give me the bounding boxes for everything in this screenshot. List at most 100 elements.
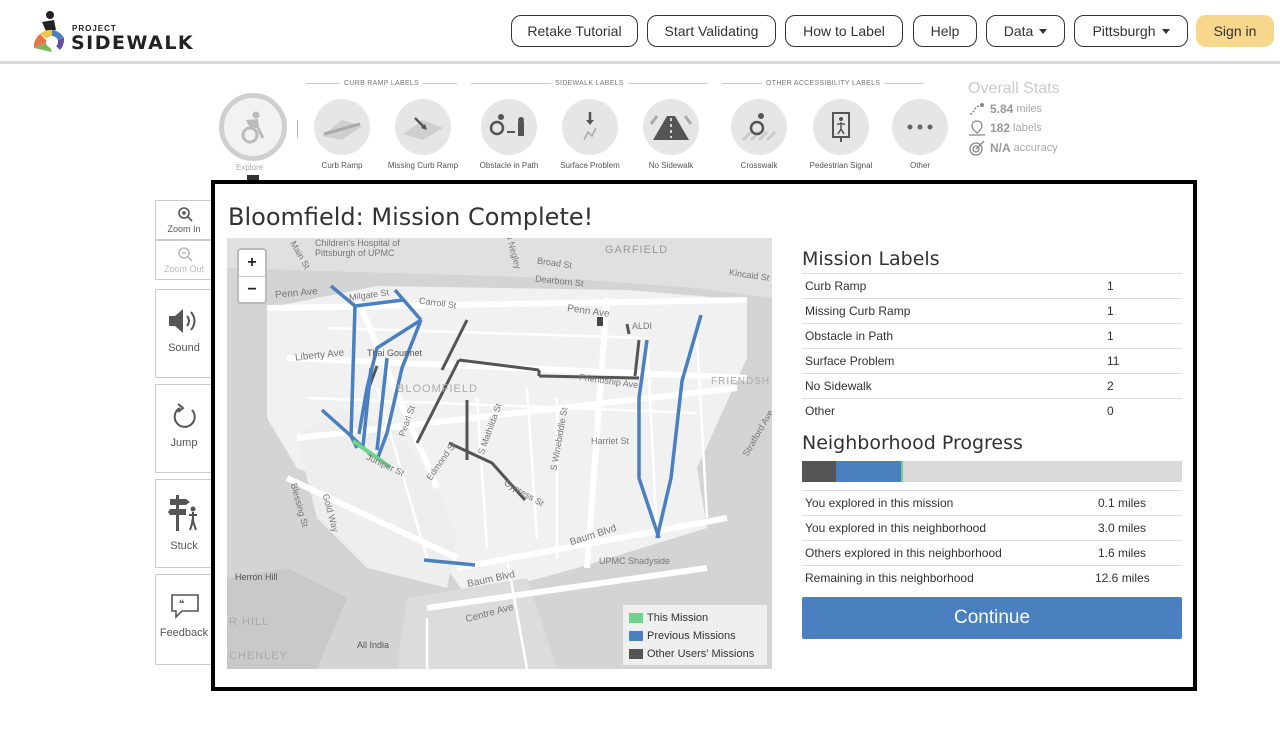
no-sidewalk-icon [643,99,699,155]
zoom-in-label: Zoom In [167,224,201,234]
label-name: No Sidewalk [805,379,872,393]
missing-curb-ramp-icon [395,99,451,155]
explore-mode-button[interactable] [219,93,287,161]
mission-complete-title: Bloomfield: Mission Complete! [228,203,594,231]
table-row: Others explored in this neighborhood 1.6 … [802,540,1182,565]
label-name: Obstacle in Path [805,329,894,343]
section-title: OTHER ACCESSIBILITY LABELS [766,80,881,87]
mission-labels-title: Mission Labels [802,248,940,270]
map-zoom-in-button[interactable]: + [239,250,265,276]
caret-down-icon [1161,28,1170,34]
speaker-icon [169,309,196,333]
city-dropdown[interactable]: Pittsburgh [1074,15,1188,47]
jump-button[interactable]: Jump [155,384,213,473]
tool-surface-problem[interactable]: Surface Problem [560,99,620,179]
curb-ramp-icon [314,99,370,155]
map-label: R HILL [229,616,270,628]
progress-name: Remaining in this neighborhood [805,571,974,585]
stat-labels-value: 182 [990,121,1011,135]
sign-in-button[interactable]: Sign in [1196,15,1274,47]
table-row: Missing Curb Ramp 1 [802,298,1182,323]
how-to-label-button[interactable]: How to Label [785,15,903,47]
map-label: Children's Hospital of [315,238,400,248]
progress-segment-previous [836,461,901,482]
project-sidewalk-logo[interactable]: PROJECT SIDEWALK [30,10,200,54]
sound-label: Sound [168,342,200,354]
tool-crosswalk[interactable]: Crosswalk [729,99,789,179]
speech-bubble-icon: ❝ [171,594,199,619]
neighborhood-progress-bar [802,461,1182,482]
zoom-out-button[interactable]: Zoom Out [155,240,213,280]
section-title: SIDEWALK LABELS [555,80,624,87]
stuck-label: Stuck [170,540,198,552]
map-label: All India [357,640,390,650]
progress-name: You explored in this neighborhood [805,521,987,535]
tool-other[interactable]: Other [890,99,950,179]
map-label: Harriet St [591,436,630,446]
svg-text:❝: ❝ [179,599,184,610]
table-row: Obstacle in Path 1 [802,323,1182,348]
stat-accuracy-value: N/A [990,141,1011,155]
location-pin-icon [969,120,985,136]
logo-big-text: SIDEWALK [71,32,195,54]
legend-swatch [629,631,643,641]
tool-no-sidewalk[interactable]: No Sidewalk [641,99,701,179]
overall-stats-panel: Overall Stats 5.84 miles 182 labels N/A acc… [968,80,1168,156]
legend-item-previous-missions: Previous Missions [629,627,761,645]
stat-miles-unit: miles [1016,103,1043,115]
data-dropdown[interactable]: Data [986,15,1065,47]
more-icon [892,99,948,155]
label-name: Missing Curb Ramp [805,304,911,318]
wheelchair-logo-icon [33,11,65,52]
feedback-label: Feedback [159,627,209,639]
legend-label: Other Users' Missions [647,648,755,660]
sidewalk-section-header: SIDEWALK LABELS [471,80,713,87]
map-zoom-control: + − [237,248,267,304]
progress-value: 0.1 miles [1098,496,1147,510]
retake-tutorial-button[interactable]: Retake Tutorial [511,15,638,47]
legend-item-other-users-missions: Other Users' Missions [629,645,761,663]
map-label: Pittsburgh of UPMC [315,248,395,258]
map-label: Thai Gourmet [367,348,423,358]
data-dropdown-label: Data [1003,23,1034,39]
table-row: Surface Problem 11 [802,348,1182,373]
zoom-in-button[interactable]: Zoom In [155,200,213,240]
zoom-out-label: Zoom Out [163,264,204,274]
map-label: Herron Hill [235,572,278,582]
table-row: Remaining in this neighborhood 12.6 miles [802,565,1182,590]
tool-label: Missing Curb Ramp [387,161,459,170]
section-title: CURB RAMP LABELS [344,80,420,87]
top-navbar: PROJECT SIDEWALK Retake Tutorial Start V… [0,0,1280,64]
map-label: ALDI [632,321,653,331]
tool-missing-curb-ramp[interactable]: Missing Curb Ramp [388,99,458,179]
sound-button[interactable]: Sound [155,289,213,378]
zoom-out-icon [178,247,193,262]
label-count: 2 [1107,379,1114,393]
jump-label: Jump [170,437,198,449]
label-count: 11 [1107,354,1120,368]
stuck-button[interactable]: Stuck [155,479,213,568]
map-zoom-out-button[interactable]: − [239,276,265,302]
continue-button[interactable]: Continue [802,597,1182,639]
city-dropdown-label: Pittsburgh [1092,23,1156,39]
legend-item-this-mission: This Mission [629,609,761,627]
progress-segment-this-mission [900,461,904,482]
mission-map[interactable]: Children's Hospital of Pittsburgh of UPM… [227,238,772,669]
help-button[interactable]: Help [913,15,977,47]
mission-complete-modal: Bloomfield: Mission Complete! Children's… [211,180,1197,691]
legend-label: Previous Missions [647,630,736,642]
tool-obstacle-in-path[interactable]: Obstacle in Path [479,99,539,179]
label-name: Surface Problem [805,354,895,368]
progress-value: 1.6 miles [1098,546,1147,560]
table-row: You explored in this mission 0.1 miles [802,490,1182,515]
feedback-button[interactable]: ❝ Feedback [155,574,213,665]
explore-label: Explore [236,163,264,172]
progress-segment-others [802,461,837,482]
start-validating-button[interactable]: Start Validating [647,15,776,47]
label-count: 1 [1107,279,1114,293]
tool-pedestrian-signal[interactable]: Pedestrian Signal [810,99,872,179]
refresh-icon [173,403,196,428]
stat-miles-value: 5.84 [990,102,1014,116]
tool-curb-ramp[interactable]: Curb Ramp [312,99,372,179]
progress-value: 3.0 miles [1098,521,1147,535]
